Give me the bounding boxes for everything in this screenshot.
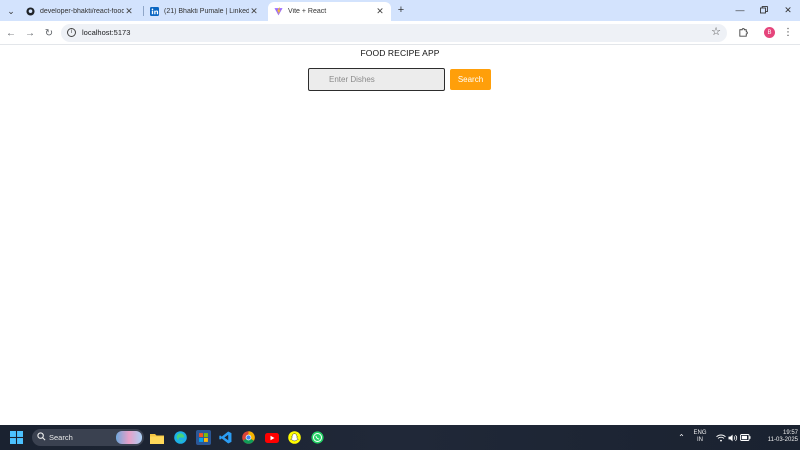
browser-tabstrip: ⌄ developer-bhakti/react-food-re ✕ (21) … xyxy=(0,0,800,21)
store-icon[interactable] xyxy=(196,430,211,445)
profile-avatar[interactable]: B xyxy=(764,27,775,38)
extensions-puzzle-icon[interactable] xyxy=(736,25,750,39)
tray-chevron-up-icon[interactable]: ⌃ xyxy=(674,430,689,445)
windows-taskbar: Search ⌃ ENG IN 19:57 11-03-2025 xyxy=(0,425,800,450)
restore-icon[interactable] xyxy=(751,1,777,19)
close-tab-icon[interactable]: ✕ xyxy=(124,6,134,17)
linkedin-icon xyxy=(150,7,159,16)
clock-time: 19:57 xyxy=(782,430,798,436)
bookmark-star-icon[interactable]: ☆ xyxy=(711,25,721,38)
language-code: ENG xyxy=(693,430,707,436)
site-info-icon[interactable]: i xyxy=(67,28,76,37)
github-icon xyxy=(26,7,35,16)
page-viewport: FOOD RECIPE APP Search xyxy=(0,45,800,425)
taskbar-search-box[interactable]: Search xyxy=(32,429,144,446)
tab-vite-react[interactable]: Vite + React ✕ xyxy=(268,2,391,21)
tab-title: (21) Bhakti Pumale | LinkedIn xyxy=(164,8,249,15)
close-window-icon[interactable]: ✕ xyxy=(775,1,800,19)
tab-search-chevron-icon[interactable]: ⌄ xyxy=(3,3,19,19)
whatsapp-icon[interactable] xyxy=(310,430,325,445)
taskbar-search-label: Search xyxy=(49,433,73,442)
edge-icon[interactable] xyxy=(173,430,188,445)
clock-date: 11-03-2025 xyxy=(767,437,798,443)
tab-title: developer-bhakti/react-food-re xyxy=(40,8,124,15)
windows-start-icon[interactable] xyxy=(9,430,24,445)
address-bar[interactable]: i localhost:5173 ☆ xyxy=(61,24,727,42)
file-explorer-icon[interactable] xyxy=(149,430,164,445)
tab-title: Vite + React xyxy=(288,8,327,15)
language-region: IN xyxy=(697,437,703,443)
close-tab-icon[interactable]: ✕ xyxy=(249,6,259,17)
tab-linkedin[interactable]: (21) Bhakti Pumale | LinkedIn ✕ xyxy=(144,2,265,21)
youtube-icon[interactable] xyxy=(264,430,279,445)
vite-icon xyxy=(274,7,283,16)
back-arrow-icon[interactable]: ← xyxy=(3,25,19,41)
vscode-icon[interactable] xyxy=(218,430,233,445)
minimize-icon[interactable]: — xyxy=(727,1,753,19)
battery-icon[interactable] xyxy=(738,430,753,445)
page-title: FOOD RECIPE APP xyxy=(360,48,440,58)
new-tab-button[interactable]: + xyxy=(394,3,408,17)
tab-github[interactable]: developer-bhakti/react-food-re ✕ xyxy=(20,2,140,21)
clock[interactable]: 19:57 11-03-2025 xyxy=(752,430,798,444)
browser-toolbar: ← → ↻ i localhost:5173 ☆ B ⋮ xyxy=(0,21,800,45)
forward-arrow-icon[interactable]: → xyxy=(22,25,38,41)
close-tab-icon[interactable]: ✕ xyxy=(375,6,385,17)
kebab-menu-icon[interactable]: ⋮ xyxy=(782,25,794,39)
snapchat-icon[interactable] xyxy=(287,430,302,445)
chrome-icon[interactable] xyxy=(241,430,256,445)
language-indicator[interactable]: ENG IN xyxy=(690,430,710,444)
search-button[interactable]: Search xyxy=(450,69,491,90)
search-highlight-image xyxy=(116,431,142,444)
dish-search-input[interactable] xyxy=(308,68,445,91)
address-url[interactable]: localhost:5173 xyxy=(82,28,130,37)
reload-icon[interactable]: ↻ xyxy=(41,25,57,41)
search-icon xyxy=(37,432,46,441)
